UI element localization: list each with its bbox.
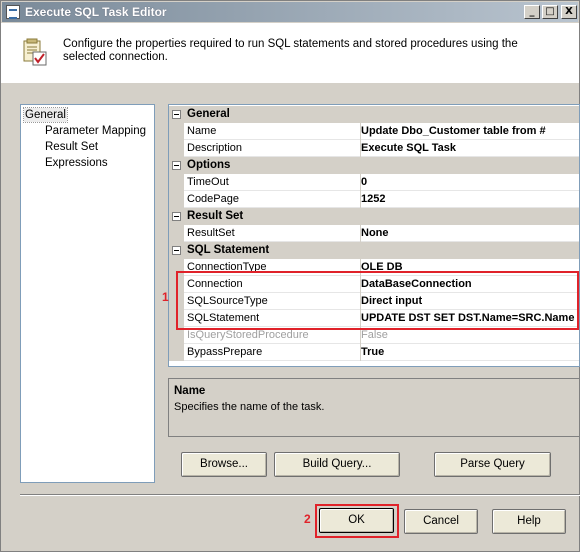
parse-query-button[interactable]: Parse Query (434, 452, 551, 477)
build-query-button[interactable]: Build Query... (274, 452, 400, 477)
property-row-bypassprepare[interactable]: BypassPrepare True (169, 344, 579, 361)
property-row-codepage[interactable]: CodePage 1252 (169, 191, 579, 208)
nav-item-expressions[interactable]: Expressions (45, 156, 108, 170)
category-general[interactable]: General (169, 106, 579, 123)
property-value[interactable]: None (360, 225, 579, 242)
collapse-icon[interactable] (172, 161, 181, 170)
property-value[interactable]: 1252 (360, 191, 579, 208)
nav-item-result-set[interactable]: Result Set (45, 140, 98, 154)
property-row-resultset[interactable]: ResultSet None (169, 225, 579, 242)
maximize-button[interactable]: □ (542, 5, 558, 19)
minimize-button[interactable]: _ (524, 5, 540, 19)
nav-item-general[interactable]: General (23, 107, 68, 123)
property-name: BypassPrepare (187, 346, 263, 358)
property-row-name[interactable]: Name Update Dbo_Customer table from # (169, 123, 579, 140)
task-editor-icon (23, 38, 47, 66)
property-row-description[interactable]: Description Execute SQL Task (169, 140, 579, 157)
help-panel-title: Name (174, 385, 206, 397)
property-name: Name (187, 125, 217, 137)
cancel-button[interactable]: Cancel (404, 509, 478, 534)
collapse-icon[interactable] (172, 212, 181, 221)
property-value[interactable]: True (360, 344, 579, 361)
highlight-box-2 (315, 504, 399, 538)
annotation-number-1: 1 (162, 290, 169, 304)
property-name: TimeOut (187, 176, 229, 188)
property-row-timeout[interactable]: TimeOut 0 (169, 174, 579, 191)
category-label: General (187, 108, 230, 120)
close-button[interactable]: X (561, 5, 577, 19)
collapse-icon[interactable] (172, 246, 181, 255)
category-label: SQL Statement (187, 244, 270, 256)
property-name: Description (187, 142, 243, 154)
collapse-icon[interactable] (172, 110, 181, 119)
highlight-box-1 (176, 271, 579, 330)
category-label: Result Set (187, 210, 244, 222)
category-options[interactable]: Options (169, 157, 579, 174)
help-panel-text: Specifies the name of the task. (174, 401, 325, 413)
property-value[interactable]: Execute SQL Task (360, 140, 579, 157)
help-button[interactable]: Help (492, 509, 566, 534)
category-result-set[interactable]: Result Set (169, 208, 579, 225)
category-sql-statement[interactable]: SQL Statement (169, 242, 579, 259)
annotation-number-2: 2 (304, 512, 311, 526)
property-name: ResultSet (187, 227, 235, 239)
category-label: Options (187, 159, 231, 171)
window-title: Execute SQL Task Editor (25, 5, 167, 19)
nav-item-parameter-mapping[interactable]: Parameter Mapping (45, 124, 146, 138)
execute-sql-task-editor-window: Execute SQL Task Editor _ □ X Configure … (0, 0, 580, 552)
property-help-panel: Name Specifies the name of the task. (168, 378, 580, 437)
dialog-separator (20, 494, 580, 496)
property-value[interactable]: 0 (360, 174, 579, 191)
browse-button[interactable]: Browse... (181, 452, 267, 477)
window-app-icon (6, 5, 20, 19)
title-bar[interactable]: Execute SQL Task Editor _ □ X (2, 2, 578, 22)
header-description: Configure the properties required to run… (63, 38, 518, 63)
property-value[interactable]: Update Dbo_Customer table from # (360, 123, 579, 140)
property-name: CodePage (187, 193, 239, 205)
